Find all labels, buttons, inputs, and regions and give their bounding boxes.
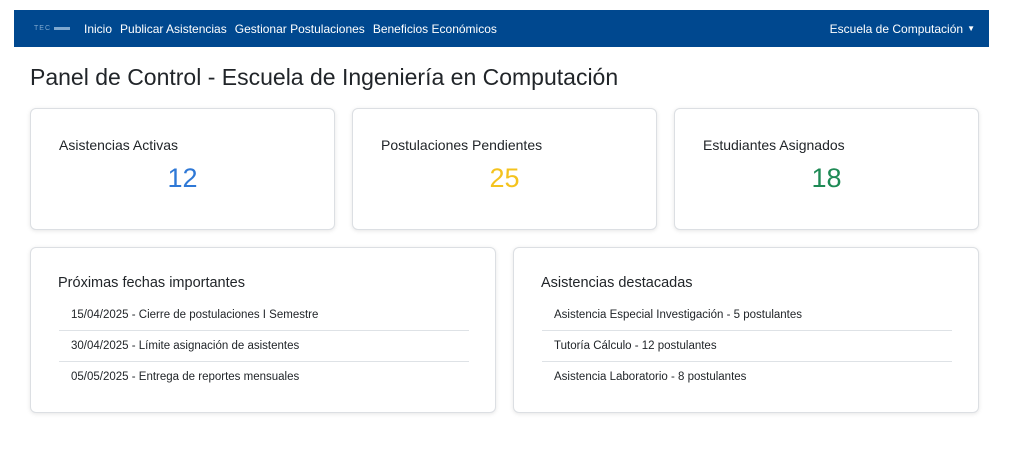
stat-value: 18 (811, 163, 842, 193)
list-item[interactable]: Asistencia Laboratorio - 8 postulantes (542, 362, 952, 392)
stat-card-postulaciones-pendientes: Postulaciones Pendientes 25 (352, 108, 657, 230)
list-item: 05/05/2025 - Entrega de reportes mensual… (71, 371, 300, 383)
nav-link-gestionar-postulaciones[interactable]: Gestionar Postulaciones (235, 22, 365, 36)
nav-links: Inicio Publicar Asistencias Gestionar Po… (84, 22, 497, 36)
featured-assistantships-list: Asistencia Especial Investigación - 5 po… (542, 300, 952, 392)
important-dates-card: Próximas fechas importantes 15/04/2025 -… (30, 247, 496, 413)
brand-text: TEC (34, 25, 51, 32)
top-navbar: TEC Inicio Publicar Asistencias Gestiona… (14, 10, 989, 47)
nav-link-publicar-asistencias[interactable]: Publicar Asistencias (120, 22, 227, 36)
featured-assistantships-title: Asistencias destacadas (541, 275, 693, 291)
stat-value: 25 (489, 163, 520, 193)
brand-logo[interactable]: TEC (34, 25, 70, 32)
important-dates-list: 15/04/2025 - Cierre de postulaciones I S… (59, 300, 469, 392)
list-item: 30/04/2025 - Límite asignación de asiste… (59, 331, 469, 362)
nav-link-beneficios-economicos[interactable]: Beneficios Económicos (373, 22, 497, 36)
important-dates-title: Próximas fechas importantes (58, 275, 245, 291)
stat-label: Postulaciones Pendientes (381, 137, 543, 153)
user-dropdown[interactable]: Escuela de Computación ▼ (830, 22, 975, 36)
caret-down-icon: ▼ (967, 23, 975, 33)
stat-value: 12 (167, 163, 198, 193)
featured-assistantships-card: Asistencias destacadas Asistencia Especi… (513, 247, 979, 413)
stat-card-asistencias-activas: Asistencias Activas 12 (30, 108, 335, 230)
list-item[interactable]: Tutoría Cálculo - 12 postulantes (542, 331, 952, 362)
stat-card-estudiantes-asignados: Estudiantes Asignados 18 (674, 108, 979, 230)
list-item: 15/04/2025 - Cierre de postulaciones I S… (59, 300, 469, 331)
list-item[interactable]: Asistencia Especial Investigación - 5 po… (542, 300, 952, 331)
user-dropdown-label: Escuela de Computación (829, 21, 964, 36)
stat-label: Asistencias Activas (59, 137, 179, 153)
nav-link-inicio[interactable]: Inicio (84, 22, 112, 36)
page-title: Panel de Control - Escuela de Ingeniería… (30, 64, 619, 90)
brand-logo-mark-icon (54, 27, 70, 30)
stat-label: Estudiantes Asignados (703, 137, 845, 153)
